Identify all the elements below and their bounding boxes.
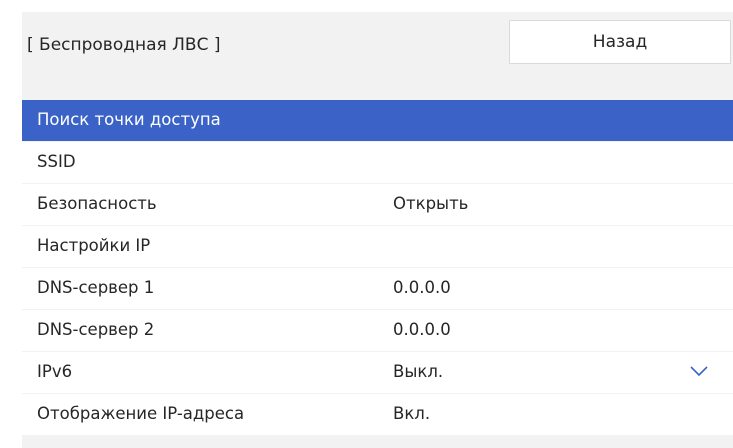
menu-item-label: DNS-сервер 1 (37, 278, 155, 297)
wireless-lan-panel: [ Беспроводная ЛВС ] Назад Поиск точки д… (22, 12, 733, 448)
back-button[interactable]: Назад (509, 20, 731, 64)
menu-item-label: Настройки IP (37, 236, 151, 255)
chevron-down-icon[interactable] (690, 365, 708, 377)
menu-item-dns-server-1[interactable]: DNS-сервер 1 0.0.0.0 (22, 268, 733, 309)
menu-item-ip-settings[interactable]: Настройки IP (22, 226, 733, 267)
menu-item-dns-server-2[interactable]: DNS-сервер 2 0.0.0.0 (22, 310, 733, 351)
panel-footer (22, 436, 733, 448)
menu-item-value: Вкл. (393, 404, 431, 423)
menu-item-access-point-search[interactable]: Поиск точки доступа (22, 100, 733, 141)
menu-item-label: Безопасность (37, 194, 157, 213)
menu-item-label: DNS-сервер 2 (37, 320, 155, 339)
menu-item-ip-address-display[interactable]: Отображение IP-адреса Вкл. (22, 394, 733, 435)
menu-item-value: 0.0.0.0 (393, 278, 451, 297)
menu-item-value: Открыть (393, 194, 469, 213)
menu-item-value: Выкл. (393, 362, 444, 381)
menu-item-ipv6[interactable]: IPv6 Выкл. (22, 352, 733, 393)
settings-menu: Поиск точки доступа SSID Безопасность От… (22, 100, 733, 436)
menu-item-label: Поиск точки доступа (37, 110, 221, 129)
menu-item-value: 0.0.0.0 (393, 320, 451, 339)
menu-item-label: IPv6 (37, 362, 73, 381)
projector-menu-screen: [ Беспроводная ЛВС ] Назад Поиск точки д… (0, 0, 733, 448)
menu-item-label: SSID (37, 152, 76, 171)
panel-header: [ Беспроводная ЛВС ] Назад (22, 12, 733, 100)
menu-item-security[interactable]: Безопасность Открыть (22, 184, 733, 225)
menu-item-ssid[interactable]: SSID (22, 142, 733, 183)
menu-item-label: Отображение IP-адреса (37, 404, 245, 423)
page-title: [ Беспроводная ЛВС ] (27, 35, 221, 55)
